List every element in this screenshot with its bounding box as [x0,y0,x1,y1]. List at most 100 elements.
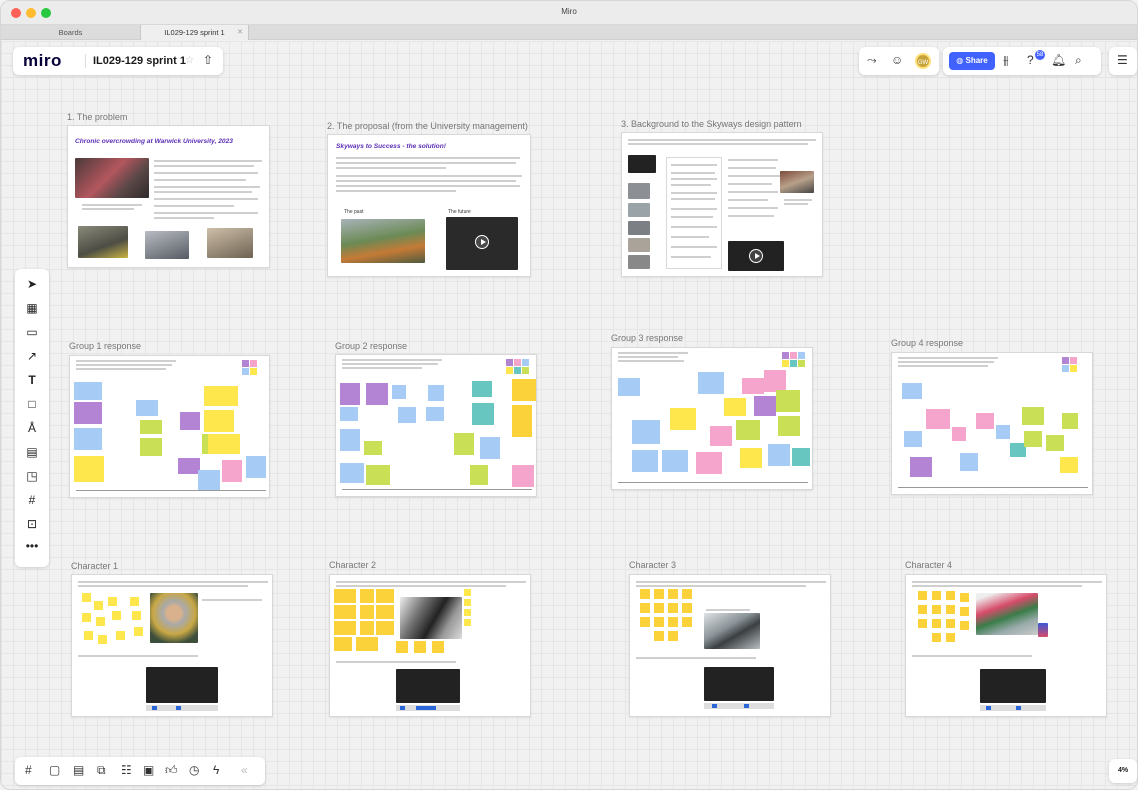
sticky-note[interactable] [74,382,102,400]
rating-board[interactable] [396,669,460,703]
sticky-note[interactable] [340,407,358,421]
share-button[interactable]: ◍ Share [949,52,995,70]
arrow-tool-icon[interactable]: ↗ [15,349,49,363]
sticky-note[interactable] [112,611,121,620]
sticky-note[interactable] [946,619,955,628]
upload-tool-icon[interactable]: ⊡ [15,517,49,531]
sticky-note[interactable] [668,631,678,641]
sticky-note[interactable] [246,456,266,478]
play-icon[interactable] [749,249,763,263]
sticky-note[interactable] [764,370,786,392]
sticky-note[interactable] [84,631,93,640]
sticky-note[interactable] [360,605,374,619]
sticky-note[interactable] [918,619,927,628]
sticky-note[interactable] [180,412,200,430]
bell-icon[interactable]: 🔔︎ [1051,53,1066,67]
sticky-note[interactable] [698,372,724,394]
rating-board[interactable] [980,669,1046,703]
sticky-note[interactable] [470,465,488,485]
sticky-note[interactable] [134,627,143,636]
sticky-note[interactable] [632,420,660,444]
templates-icon[interactable]: ▦ [15,301,49,315]
sticky-note[interactable] [918,605,927,614]
sticky-note[interactable] [932,633,941,642]
pen-tool-icon[interactable]: Å [15,421,49,435]
sticky-note[interactable] [960,621,969,630]
sticky-note[interactable] [250,360,257,367]
sticky-note[interactable] [1070,365,1077,372]
sticky-note[interactable] [204,410,234,432]
shape-tool-icon[interactable]: □ [15,397,49,411]
tab-board[interactable]: IL029-129 sprint 1 ✕ [141,25,249,40]
sticky-note[interactable] [1024,431,1042,447]
sticky-note[interactable] [932,591,941,600]
sticky-note[interactable] [952,427,966,441]
select-cursor-icon[interactable]: ➤ [15,277,49,291]
sticky-note[interactable] [512,379,536,401]
sticky-note[interactable] [1062,357,1069,364]
sticky-note[interactable] [754,396,776,416]
text-tool-icon[interactable]: T [15,373,49,387]
frame-group-4[interactable] [891,352,1093,495]
sticky-note[interactable] [668,589,678,599]
sticky-note[interactable] [976,413,994,429]
sticky-note[interactable] [640,617,650,627]
slider-track[interactable] [396,705,460,711]
sticky-note[interactable] [1022,407,1044,425]
more-tools-icon[interactable]: ••• [15,539,49,553]
sticky-note[interactable] [790,352,797,359]
sticky-note[interactable] [618,378,640,396]
sticky-note[interactable] [116,631,125,640]
export-icon[interactable]: ⇧ [203,53,213,67]
settings-sliders-icon[interactable]: ⫵ [1003,53,1009,68]
frame-background[interactable] [621,132,823,277]
sticky-note[interactable] [910,457,932,477]
sticky-note[interactable] [654,631,664,641]
sticky-note[interactable] [798,360,805,367]
sticky-note[interactable] [136,400,158,416]
chat-icon[interactable]: ▤ [73,763,84,777]
sticky-note[interactable] [776,390,800,412]
sticky-note[interactable] [360,621,374,635]
sticky-note[interactable] [668,603,678,613]
sticky-note[interactable] [428,385,444,401]
sticky-note[interactable] [74,402,102,424]
sticky-note[interactable] [366,383,388,405]
sticky-note[interactable] [724,398,746,416]
sticky-note[interactable] [82,613,91,622]
sticky-note[interactable] [94,601,103,610]
sticky-note[interactable] [1062,413,1078,429]
sticky-note[interactable] [334,605,356,619]
frame-tool-icon[interactable]: ▭ [15,325,49,339]
rating-board[interactable] [146,667,218,703]
sticky-note[interactable] [360,589,374,603]
sticky-note[interactable] [480,437,500,459]
frame-character-3[interactable] [629,574,831,717]
sticky-note[interactable] [792,448,810,466]
frame-grid-icon[interactable]: # [15,493,49,507]
sticky-note[interactable] [512,405,532,437]
board-name[interactable]: IL029-129 sprint 1 [93,55,186,67]
sticky-note[interactable] [472,403,494,425]
sticky-note[interactable] [208,434,240,454]
sticky-note[interactable] [250,368,257,375]
sticky-note[interactable] [132,611,141,620]
slider-track[interactable] [980,705,1046,711]
sticky-note[interactable] [376,589,394,603]
sticky-note[interactable] [514,359,521,366]
sticky-note[interactable] [464,589,471,596]
sticky-note[interactable] [918,591,927,600]
sticky-note[interactable] [74,428,102,450]
sticky-note[interactable] [932,619,941,628]
search-icon[interactable]: ⌕ [1075,53,1082,68]
sticky-note[interactable] [340,463,364,483]
sticky-note[interactable] [242,368,249,375]
sticky-note[interactable] [506,367,513,374]
frame-group-3[interactable] [611,347,813,490]
sticky-note[interactable] [140,420,162,434]
sticky-note[interactable] [512,465,534,487]
frame-character-1[interactable] [71,574,273,717]
sticky-note[interactable] [782,360,789,367]
sticky-note[interactable] [178,458,200,474]
sticky-note[interactable] [464,599,471,606]
